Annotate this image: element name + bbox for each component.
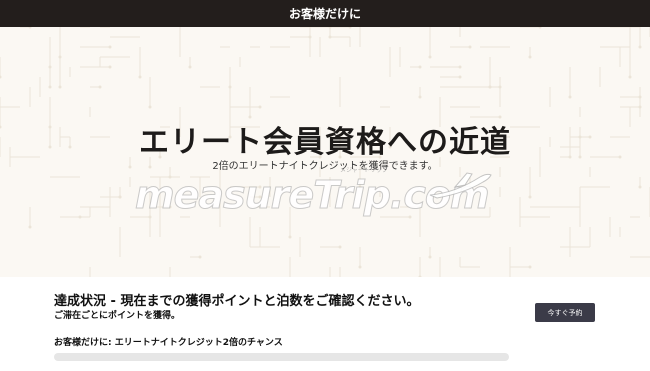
status-subtitle: ご滞在ごとにポイントを獲得。 bbox=[54, 311, 181, 321]
progress-bar bbox=[54, 353, 509, 361]
top-banner: お客様だけに bbox=[0, 0, 650, 27]
book-now-button[interactable]: 今すぐ予約 bbox=[535, 303, 595, 322]
hero-title: エリート会員資格への近道 bbox=[139, 125, 511, 160]
airplane-icon bbox=[429, 172, 492, 199]
watermark-logo: メジャートリップ measureTrip.com bbox=[135, 165, 495, 225]
progress-label: お客様だけに: エリートナイトクレジット2倍のチャンス bbox=[54, 338, 283, 348]
status-section: 達成状況 - 現在までの獲得ポイントと泊数をご確認ください。 ご滞在ごとにポイン… bbox=[0, 277, 650, 371]
hero-section: エリート会員資格への近道 2倍のエリートナイトクレジットを獲得できます。 メジャ… bbox=[0, 27, 650, 277]
top-banner-title: お客様だけに bbox=[288, 7, 361, 21]
status-title: 達成状況 - 現在までの獲得ポイントと泊数をご確認ください。 bbox=[54, 294, 420, 309]
